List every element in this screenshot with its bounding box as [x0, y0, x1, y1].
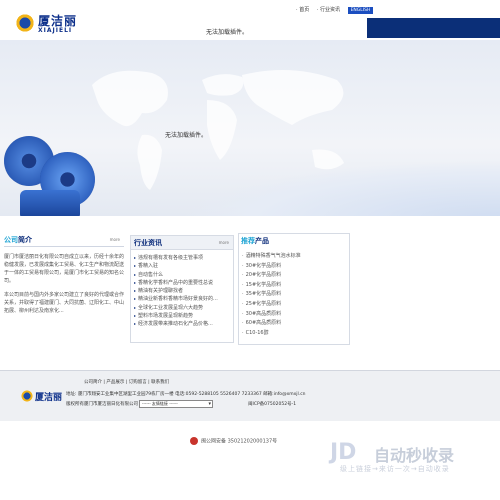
- company-intro-paragraph: 厦门市厦洁丽日化有限公司自成立以来，历经十余年的稳健发展，已发展成集化工贸易、化…: [4, 254, 125, 284]
- header-blue-bar: [367, 18, 500, 38]
- plugin-placeholder: 无法加载插件。: [200, 23, 366, 41]
- news-item[interactable]: 全球化工业发展呈现六大趋势: [134, 304, 230, 312]
- nav-news-link[interactable]: · 行业资讯: [317, 7, 343, 13]
- company-intro-paragraph: 本公司目前与国内外多家公司建立了良好的代理或合作关系，并取得了福建厦门、大同抗菌…: [4, 292, 125, 314]
- product-item[interactable]: 30#化学品原料: [242, 262, 346, 272]
- police-record[interactable]: 闽公网安备 35021202000137号: [190, 437, 277, 445]
- sun-logo-icon: [20, 389, 34, 403]
- english-link[interactable]: ENGLISH: [347, 7, 374, 14]
- watermark-brand: JD: [330, 440, 357, 465]
- banner-plugin-notice: 无法加载插件。: [165, 132, 208, 139]
- news-item[interactable]: 违规有槽有发有各级主管事项: [134, 254, 230, 262]
- police-emblem-icon: [190, 437, 198, 445]
- watermark-subtext: 级上链接→来访一次→自动收录: [340, 465, 450, 473]
- footer-icp[interactable]: 闽ICP备07502052号-1: [248, 401, 296, 407]
- top-nav: · 首页 · 行业资讯 ENGLISH: [296, 6, 376, 14]
- news-item[interactable]: 香精入驻: [134, 262, 230, 270]
- logo-text-en: XIAJIELI: [38, 27, 73, 34]
- footer-address: 地址: 厦门市翔安工业集中区湖里工业园79栋厂房一楼 电话:0592-52881…: [66, 392, 306, 397]
- friend-links-select[interactable]: ------ 友情链接 ------: [139, 400, 213, 408]
- news-item[interactable]: 塑料市场发展呈现新趋势: [134, 312, 230, 320]
- product-item[interactable]: 15#化学品原料: [242, 281, 346, 291]
- product-item[interactable]: 30#高品质原料: [242, 310, 346, 320]
- nav-home-link[interactable]: · 首页: [296, 7, 312, 13]
- company-intro-title: 公司简介: [4, 233, 124, 247]
- industry-news-section: 行业资讯 more 违规有槽有发有各级主管事项 香精入驻 自动售什么 香精化学香…: [130, 235, 234, 343]
- recommended-products-section: 推荐产品 酒精特殊香气气泡水标准 30#化学品原料 20#化学品原料 15#化学…: [238, 233, 350, 345]
- watermark-text: 自动秒收录: [374, 446, 455, 465]
- product-item[interactable]: C10-16醇: [242, 329, 346, 339]
- site-footer: 厦洁丽 公司简介 | 产品展示 | 订购留言 | 联系我们 地址: 厦门市翔安工…: [0, 371, 500, 421]
- news-item[interactable]: 精油业新香料香精市场好景良好的...: [134, 295, 230, 303]
- industry-more-link[interactable]: more: [219, 240, 229, 245]
- sun-logo-icon: [14, 12, 36, 34]
- banner-wave: [180, 160, 500, 216]
- news-item[interactable]: 精油有关护理聊找者: [134, 287, 230, 295]
- product-item[interactable]: 酒精特殊香气气泡水标准: [242, 252, 346, 262]
- products-title: 推荐产品: [241, 237, 269, 245]
- news-item[interactable]: 自动售什么: [134, 271, 230, 279]
- gear-graphic: [20, 190, 80, 216]
- banner: 无法加载插件。: [0, 40, 500, 216]
- watermark: JD 自动秒收录 级上链接→来访一次→自动收录: [330, 440, 500, 480]
- product-item[interactable]: 20#化学品原料: [242, 271, 346, 281]
- site-logo[interactable]: 厦洁丽 XIAJIELI: [14, 12, 94, 38]
- footer-logo-text: 厦洁丽: [35, 393, 63, 403]
- site-header: 厦洁丽 XIAJIELI · 首页 · 行业资讯 ENGLISH 无法加载插件。: [0, 0, 500, 41]
- product-item[interactable]: 60#高品质原料: [242, 319, 346, 329]
- company-more-link[interactable]: more: [110, 237, 120, 242]
- news-item[interactable]: 香精化学香料产品中的重要性总说: [134, 279, 230, 287]
- footer-links[interactable]: 公司简介 | 产品展示 | 订购留言 | 联系我们: [84, 379, 169, 385]
- company-intro-section: 公司简介 more 厦门市厦洁丽日化有限公司自成立以来，历经十余年的稳健发展，已…: [4, 233, 124, 315]
- footer-copyright: 版权所有厦门市厦洁丽日化有限公司: [66, 402, 138, 407]
- product-item[interactable]: 25#化学品原料: [242, 300, 346, 310]
- news-item[interactable]: 经济发展带来推动石化产品价格...: [134, 320, 230, 328]
- product-item[interactable]: 35#化学品原料: [242, 290, 346, 300]
